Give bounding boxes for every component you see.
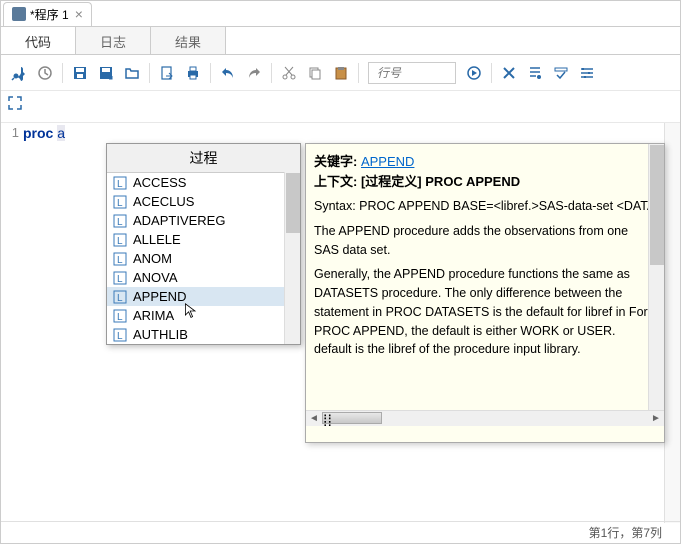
autocomplete-item-label: ACCESS [133,175,186,190]
autocomplete-list[interactable]: LACCESSLACECLUSLADAPTIVEREGLALLELELANOML… [107,173,300,344]
scroll-thumb[interactable]: ⁞⁞ [322,412,382,424]
svg-text:L: L [117,293,123,304]
window-tab-title: *程序 1 [30,6,69,23]
format-button[interactable] [523,61,547,85]
scroll-left-icon[interactable]: ◄ [306,413,322,424]
window-tab[interactable]: *程序 1 × [3,2,92,26]
svg-text:L: L [117,255,123,266]
doc-context-label: 上下文: [314,174,357,189]
autocomplete-header: 过程 [107,144,300,173]
autocomplete-item[interactable]: L ACECLUS [107,192,300,211]
line-gutter: 1 [1,123,23,141]
autocomplete-item[interactable]: L AUTHLIB [107,325,300,344]
proc-icon: L [113,176,127,190]
autocomplete-item-label: AUTHLIB [133,327,188,342]
doc-vscrollbar[interactable] [648,144,664,410]
save-button[interactable] [68,61,92,85]
cut-button[interactable] [277,61,301,85]
proc-icon: L [113,328,127,342]
autocomplete-item[interactable]: L ALLELE [107,230,300,249]
save-as-button[interactable] [94,61,118,85]
autocomplete-item-label: ANOVA [133,270,178,285]
doc-keyword-link[interactable]: APPEND [361,154,414,169]
autocomplete-item[interactable]: L ANOM [107,249,300,268]
autocomplete-item-label: APPEND [133,289,186,304]
code-tabs: 代码 日志 结果 [1,27,680,55]
editor-scrollbar[interactable] [664,123,680,523]
doc-body: 关键字: APPEND 上下文: [过程定义] PROC APPEND Synt… [306,144,664,410]
autocomplete-item[interactable]: L APPEND [107,287,300,306]
doc-paragraph: Generally, the APPEND procedure function… [314,265,656,359]
open-button[interactable] [120,61,144,85]
svg-text:L: L [117,331,123,342]
print-button[interactable] [181,61,205,85]
paste-button[interactable] [329,61,353,85]
proc-icon: L [113,290,127,304]
autocomplete-scrollbar[interactable] [284,172,300,344]
find-button[interactable] [549,61,573,85]
doc-panel: 关键字: APPEND 上下文: [过程定义] PROC APPEND Synt… [305,143,665,443]
autocomplete-item[interactable]: L ARIMA [107,306,300,325]
tab-log[interactable]: 日志 [76,27,151,54]
svg-text:L: L [117,312,123,323]
autocomplete-item-label: ANOM [133,251,172,266]
svg-text:L: L [117,198,123,209]
tab-code[interactable]: 代码 [1,27,76,54]
toolbar-secondary [1,91,680,123]
proc-icon: L [113,195,127,209]
settings-button[interactable] [575,61,599,85]
goto-button[interactable] [462,61,486,85]
autocomplete-item-label: ADAPTIVEREG [133,213,225,228]
doc-syntax: Syntax: PROC APPEND BASE=<libref.>SAS-da… [314,197,656,216]
doc-keyword-label: 关键字: [314,154,357,169]
svg-text:L: L [117,217,123,228]
window-tab-bar: *程序 1 × [1,1,680,27]
run-button[interactable] [7,61,31,85]
svg-text:L: L [117,274,123,285]
proc-icon: L [113,233,127,247]
autocomplete-item[interactable]: L ANOVA [107,268,300,287]
tab-results[interactable]: 结果 [151,27,226,54]
proc-icon: L [113,252,127,266]
cursor-position: 第1行，第7列 [589,524,662,541]
code-editor[interactable]: 1 proc a 过程 LACCESSLACECLUSLADAPTIVEREGL… [1,123,680,523]
autocomplete-item-label: ALLELE [133,232,181,247]
toolbar [1,55,680,91]
code-line: proc a [23,125,65,142]
doc-hscrollbar[interactable]: ◄ ⁞⁞ ► [306,410,664,426]
close-icon[interactable]: × [75,6,83,22]
redo-button[interactable] [242,61,266,85]
history-button[interactable] [33,61,57,85]
scroll-right-icon[interactable]: ► [648,413,664,424]
proc-icon: L [113,271,127,285]
doc-paragraph: The APPEND procedure adds the observatio… [314,222,656,260]
proc-icon: L [113,214,127,228]
goto-line-input[interactable] [368,62,456,84]
export-button[interactable] [155,61,179,85]
proc-icon: L [113,309,127,323]
undo-button[interactable] [216,61,240,85]
fullscreen-button[interactable] [7,95,23,111]
copy-button[interactable] [303,61,327,85]
autocomplete-popup: 过程 L ACCESS L ACECLUS L ADAPTIVEREG L ALLELE L AN… [106,143,301,345]
autocomplete-item-label: ACECLUS [133,194,194,209]
svg-text:L: L [117,236,123,247]
program-icon [12,7,26,21]
autocomplete-item[interactable]: L ADAPTIVEREG [107,211,300,230]
svg-text:L: L [117,179,123,190]
autocomplete-item-label: ARIMA [133,308,174,323]
clear-button[interactable] [497,61,521,85]
autocomplete-item[interactable]: L ACCESS [107,173,300,192]
status-bar: 第1行，第7列 [1,521,680,543]
